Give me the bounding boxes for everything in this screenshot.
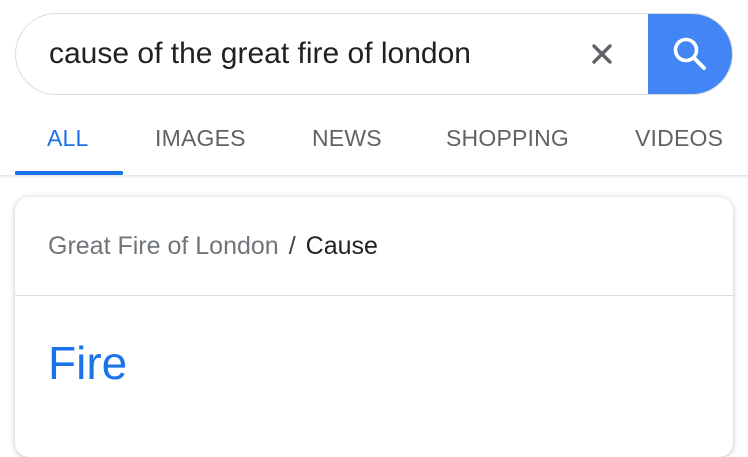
clear-search-button[interactable] (582, 34, 622, 74)
tabs-divider (0, 175, 748, 179)
tab-news[interactable]: NEWS (312, 100, 382, 175)
search-submit-button[interactable] (648, 14, 732, 94)
tab-shopping[interactable]: SHOPPING (446, 100, 569, 175)
breadcrumb-parent-link[interactable]: Great Fire of London (48, 232, 279, 260)
breadcrumb-current: Cause (305, 232, 378, 260)
search-input[interactable] (49, 14, 569, 94)
search-bar (15, 13, 733, 95)
search-tabs: ALL IMAGES NEWS SHOPPING VIDEOS (15, 100, 748, 175)
tab-videos[interactable]: VIDEOS (635, 100, 723, 175)
result-card: Great Fire of London / Cause Fire (15, 197, 733, 457)
answer-text: Fire (48, 337, 128, 389)
search-icon (673, 37, 706, 70)
breadcrumb-separator: / (288, 232, 296, 260)
tab-images[interactable]: IMAGES (155, 100, 246, 175)
card-divider (15, 295, 733, 296)
tab-all[interactable]: ALL (47, 100, 89, 175)
close-icon (592, 44, 612, 64)
breadcrumb: Great Fire of London / Cause (48, 197, 378, 295)
